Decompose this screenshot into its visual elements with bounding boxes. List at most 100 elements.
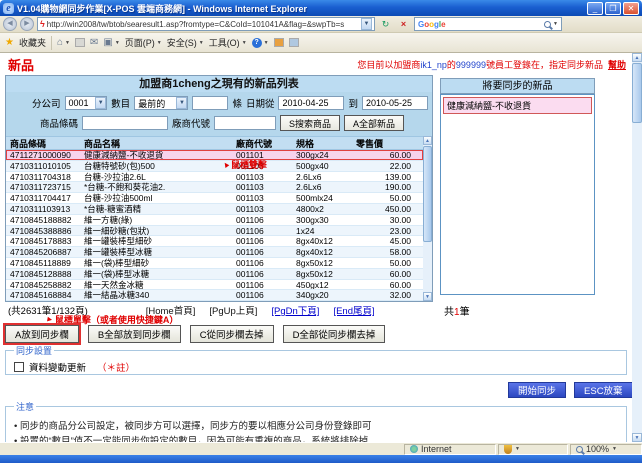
search-input[interactable]: Google ▼	[414, 17, 562, 31]
cell-vendor: 001106	[236, 225, 264, 236]
zoom-control[interactable]: 100% ▼	[570, 443, 642, 455]
search-icon[interactable]	[544, 20, 552, 28]
cell-vendor: 001106	[236, 214, 264, 225]
table-row[interactable]: 4710311704417 台糖-沙拉油500ml 001103 500mlx24 50…	[6, 193, 423, 204]
mail-icon[interactable]: ✉	[90, 37, 98, 48]
sync-action-button[interactable]: C從同步欄去掉	[189, 325, 274, 343]
search-dropdown-icon[interactable]: ▼	[553, 21, 558, 27]
cell-vendor: 001103	[236, 171, 264, 182]
help-link[interactable]: 幫助	[608, 60, 626, 70]
address-bar: ◀ ▶ ϟ http://win2008/tw/btob/searesult1.…	[0, 16, 642, 33]
table-row[interactable]: 4710311010105 台糖特號砂(包)500 001103 500gx40 22.…	[6, 160, 423, 172]
home-button[interactable]: ⌂ ▼	[57, 37, 70, 48]
forward-button[interactable]: ▶	[20, 17, 34, 31]
table-row[interactable]: 4710845258882 維一天然金冰糖 001106 450gx12 60.00	[6, 279, 423, 291]
site-favicon: ϟ	[40, 19, 45, 29]
cell-price: 23.00	[389, 225, 411, 236]
scroll-thumb[interactable]	[423, 146, 432, 242]
count-input[interactable]	[192, 96, 229, 110]
notes-fieldset: 注意 同步的商品分公司設定，被同步方可以選擇，同步方的要以相應分公司身份登錄即可…	[5, 400, 627, 442]
help-menu[interactable]: ? ▼	[251, 37, 269, 48]
address-field[interactable]: ϟ http://win2008/tw/btob/searesult1.asp?…	[37, 17, 375, 31]
status-message	[2, 444, 402, 455]
barcode-input[interactable]	[82, 116, 169, 130]
cell-price: 60.00	[389, 279, 411, 290]
safety-menu[interactable]: 安全(S) ▼	[167, 36, 204, 49]
search-products-button[interactable]: S搜索商品	[280, 115, 341, 131]
sync-action-button[interactable]: B全部放到同步欄	[87, 325, 181, 343]
page-scrollbar[interactable]: ▲ ▼	[632, 53, 642, 442]
protected-mode-segment[interactable]: ▼	[498, 443, 568, 455]
print-button[interactable]: ▣ ▼	[103, 37, 119, 48]
scroll-up-icon[interactable]: ▲	[632, 53, 642, 62]
table-row[interactable]: 4710845118889 維一(袋)棒型細砂 001106 8gx50x12 50.0…	[6, 257, 423, 269]
all-new-products-button[interactable]: A全部新品	[344, 115, 405, 131]
table-row[interactable]: 4710311704318 台糖-沙拉油2.6L 001103 2.6Lx6 139.0…	[6, 171, 423, 183]
count-select[interactable]: 最前的 ▼	[134, 96, 189, 110]
page-menu[interactable]: 页面(P) ▼	[125, 36, 162, 49]
table-row[interactable]: 4710311723715 *台糖-不飽和葵花油2. 001103 2.6Lx6 190…	[6, 182, 423, 194]
cell-price: 58.00	[389, 247, 411, 257]
sync-panel-header: 將要同步的新品	[440, 78, 595, 94]
scroll-up-icon[interactable]: ▲	[423, 136, 432, 145]
login-message-segment: 的	[446, 60, 456, 70]
vendor-label: 廠商代號	[172, 119, 211, 130]
feed-icon[interactable]	[74, 38, 85, 47]
pagination-item[interactable]: [End尾頁]	[333, 306, 374, 317]
messenger-icon[interactable]	[273, 38, 284, 47]
print-icon: ▣	[103, 37, 113, 48]
minimize-button[interactable]: _	[587, 1, 603, 15]
branch-select[interactable]: 0001 ▼	[64, 96, 108, 110]
home-icon: ⌂	[56, 37, 64, 48]
maximize-button[interactable]: ❐	[605, 1, 621, 15]
table-scrollbar[interactable]: ▲ ▼	[423, 136, 432, 301]
login-message-segment: 您目前以加盟商	[357, 60, 421, 70]
favorites-star-icon[interactable]: ★	[5, 37, 14, 48]
date-to-input[interactable]	[362, 96, 428, 110]
cell-spec: 450gx12	[296, 279, 329, 290]
window-title: V1.04購物網同步作業[X-POS 雲端商務網] - Windows Inte…	[17, 3, 307, 14]
sync-list-item[interactable]: 健康減納鹽-不收退貨	[443, 97, 592, 114]
shield-icon	[504, 444, 512, 454]
table-row[interactable]: 4710845128888 維一(袋)棒型冰糖 001106 8gx50x12 60.0…	[6, 268, 423, 280]
table-row[interactable]: 4710845188882 維一方糖(綠) 001106 300gx30 30.00	[6, 214, 423, 226]
close-button[interactable]: ✕	[623, 1, 639, 15]
cell-name: 健康減納鹽-不收退貨	[84, 150, 164, 160]
refresh-button[interactable]: ↻	[378, 17, 393, 31]
stop-button[interactable]: ×	[396, 17, 411, 31]
table-row[interactable]: 4710845178883 維一罐裝棒型細砂 001106 8gx40x12 45.00	[6, 236, 423, 248]
vendor-input[interactable]	[214, 116, 277, 130]
pagination-item[interactable]: [PgDn下頁]	[271, 306, 319, 317]
cell-spec: 300gx30	[296, 214, 329, 225]
sync-action-button[interactable]: A放到同步欄	[5, 325, 79, 343]
date-from-input[interactable]	[278, 96, 345, 110]
cell-vendor: 001103	[236, 203, 264, 214]
cell-spec: 8gx50x12	[296, 257, 333, 268]
cell-barcode: 4710845188882	[10, 214, 72, 225]
table-row[interactable]: 4710845206887 維一罐裝棒型冰糖 001106 8gx40x12 58.00	[6, 247, 423, 258]
favorites-label[interactable]: 收藏夹	[19, 36, 46, 49]
address-dropdown-icon[interactable]: ▼	[361, 18, 372, 30]
table-row[interactable]: 4710311103913 *台糖-糖蜜酒精 001103 4800x2 450.00	[6, 203, 423, 215]
cell-spec: 500mlx24	[296, 193, 333, 203]
cell-barcode: 4710845128888	[10, 268, 72, 279]
scroll-thumb[interactable]	[632, 63, 642, 123]
table-row[interactable]: 4710845168884 維一結晶冰糖340 001106 340gx20 32.00	[6, 290, 423, 301]
esc-cancel-button[interactable]: ESC放棄	[574, 382, 633, 398]
internet-globe-icon	[410, 445, 418, 453]
table-row[interactable]: 4710845388886 維一細砂糖(包狀) 001106 1x24 23.00	[6, 225, 423, 237]
sync-action-button[interactable]: D全部從同步欄去掉	[282, 325, 386, 343]
cell-vendor: 001106	[236, 257, 264, 268]
table-body: 4711271000090 健康減納鹽-不收退貨 001101 300gx24 60.0…	[6, 150, 432, 301]
scroll-down-icon[interactable]: ▼	[423, 292, 432, 301]
cell-name: *台糖-糖蜜酒精	[84, 203, 142, 214]
cell-name: 維一天然金冰糖	[84, 279, 144, 290]
cell-vendor: 001106	[236, 268, 264, 279]
data-update-checkbox[interactable]	[14, 362, 24, 372]
scroll-down-icon[interactable]: ▼	[632, 433, 642, 442]
research-icon[interactable]	[288, 38, 299, 47]
back-button[interactable]: ◀	[3, 17, 17, 31]
start-sync-button[interactable]: 開始同步	[508, 382, 567, 398]
tools-menu[interactable]: 工具(O) ▼	[209, 36, 247, 49]
table-row[interactable]: 4711271000090 健康減納鹽-不收退貨 001101 300gx24 60.0…	[6, 150, 423, 161]
